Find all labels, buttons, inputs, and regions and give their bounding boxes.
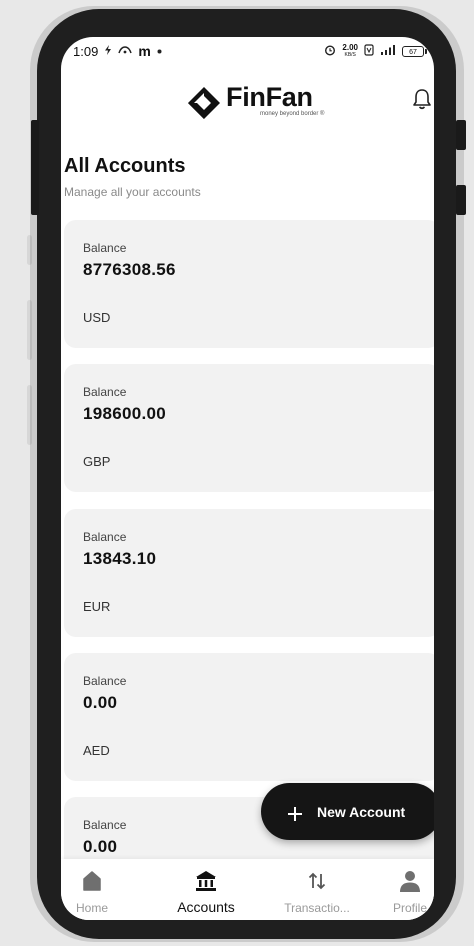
m-app-icon: m [138,43,151,59]
balance-label: Balance [83,385,127,399]
transfer-arrows-icon [308,872,326,890]
phone-side-button [31,120,39,215]
app-screen: 1:09 m 2.00 KB/S 67 FinFan money beyond … [61,37,434,920]
brand-logo-lockup: FinFan money beyond border ® [186,81,324,121]
currency-code: GBP [83,454,111,469]
network-speed: 2.00 KB/S [342,43,358,59]
signal-icon [380,44,396,59]
bottom-navigation: Home Accounts Transactio... Profile [61,859,434,920]
nav-label-profile: Profile [392,901,427,915]
bank-icon [196,871,216,891]
new-account-button[interactable]: New Account [261,783,434,840]
dot-icon [157,45,162,57]
finfan-logo-icon [188,87,220,119]
page-title: All Accounts [64,155,186,177]
balance-label: Balance [83,818,127,832]
currency-code: USD [83,310,111,325]
currency-code: AED [83,743,110,758]
status-right: 2.00 KB/S 67 [324,43,427,59]
currency-code: EUR [83,599,111,614]
balance-label: Balance [83,674,127,688]
nav-label-home: Home [75,901,108,915]
account-card-usd[interactable]: Balance 8776308.56 USD [64,220,434,348]
balance-amount: 198600.00 [83,404,167,423]
wifi-calling-icon [118,45,133,58]
balance-label: Balance [83,530,127,544]
balance-label: Balance [83,241,127,255]
alarm-icon [324,44,336,59]
battery-icon: 67 [402,45,427,57]
nav-label-accounts: Accounts [177,899,235,915]
brand-tagline: money beyond border ® [260,111,325,117]
volte-icon [364,43,374,59]
bell-icon[interactable] [411,87,433,111]
plus-icon [287,800,303,822]
account-card-gbp[interactable]: Balance 198600.00 GBP [64,364,434,492]
brand-name: FinFan [226,82,313,112]
nav-item-accounts[interactable]: Accounts [161,859,251,920]
balance-amount: 13843.10 [83,549,157,568]
account-card-eur[interactable]: Balance 13843.10 EUR [64,509,434,637]
nav-item-profile[interactable]: Profile [365,859,434,920]
balance-amount: 0.00 [83,693,118,712]
balance-amount: 0.00 [83,837,118,856]
balance-amount: 8776308.56 [83,260,176,279]
page-subtitle: Manage all your accounts [64,185,201,199]
phone-side-button [456,185,466,215]
status-left: 1:09 m [73,43,162,59]
phone-side-button [456,120,466,150]
nav-item-home[interactable]: Home [61,859,137,920]
nav-item-transactions[interactable]: Transactio... [272,859,362,920]
status-bar: 1:09 m 2.00 KB/S 67 [61,37,434,65]
status-time: 1:09 [73,43,99,59]
home-icon [83,871,101,891]
person-icon [400,871,420,892]
brand-text: FinFan money beyond border ® [226,81,324,117]
nav-label-transactions: Transactio... [284,901,350,915]
network-speed-value: 2.00 [342,43,358,52]
network-speed-unit: KB/S [344,52,356,58]
new-account-label: New Account [317,803,406,820]
account-card-aed[interactable]: Balance 0.00 AED [64,653,434,781]
app-header: FinFan money beyond border ® [61,81,434,133]
flash-icon [104,44,112,58]
